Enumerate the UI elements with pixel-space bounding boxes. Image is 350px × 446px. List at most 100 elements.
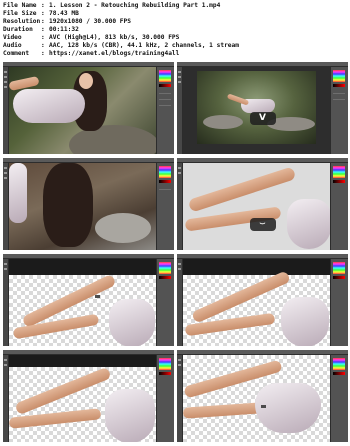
- color-panel: [156, 163, 174, 250]
- color-panel: [156, 67, 174, 154]
- color-picker-swatch[interactable]: [333, 166, 345, 178]
- rock: [203, 115, 243, 129]
- info-value: 00:11:32: [49, 26, 79, 33]
- image-canvas: [9, 259, 156, 346]
- info-key: Resolution: [3, 18, 41, 25]
- panel-row: [159, 105, 171, 106]
- tool-icon: [4, 76, 7, 78]
- dark-band: [9, 259, 156, 275]
- brush-cursor-icon: [95, 295, 100, 298]
- dress: [281, 297, 329, 346]
- info-row-file-name: File Name:1. Lesson 2 - Retouching Rebui…: [3, 2, 221, 9]
- info-value: 1920x1080 / 30.000 FPS: [49, 18, 131, 25]
- info-key: Duration: [3, 26, 33, 33]
- rock: [95, 213, 151, 243]
- photo: [197, 71, 316, 144]
- color-slider[interactable]: [159, 276, 171, 279]
- hair: [43, 163, 93, 247]
- color-panel: [156, 259, 174, 346]
- info-key: Video: [3, 34, 22, 41]
- info-value: AVC (High@L4), 813 kb/s, 30.000 FPS: [49, 34, 180, 41]
- image-canvas: [183, 355, 330, 442]
- info-key: Audio: [3, 42, 22, 49]
- color-picker-swatch[interactable]: [159, 358, 171, 370]
- color-panel: [330, 163, 348, 250]
- color-slider[interactable]: [159, 372, 171, 375]
- brush-cursor-icon: [261, 405, 266, 408]
- panel-row: [159, 93, 171, 94]
- thumbnail-2[interactable]: V: [177, 62, 348, 154]
- color-picker-swatch[interactable]: [333, 262, 345, 274]
- image-canvas: [9, 67, 156, 154]
- thumbnail-7[interactable]: [3, 350, 174, 442]
- image-canvas: [9, 355, 156, 442]
- color-slider[interactable]: [333, 180, 345, 183]
- tool-icon: [178, 268, 181, 270]
- color-picker-swatch[interactable]: [333, 358, 345, 370]
- thumbnail-8[interactable]: [177, 350, 348, 442]
- color-picker-swatch[interactable]: [159, 262, 171, 274]
- tool-icon: [4, 263, 7, 265]
- image-canvas: [183, 259, 330, 346]
- legs: [226, 93, 250, 106]
- info-row-duration: Duration:00:11:32: [3, 26, 79, 33]
- tool-icon: [4, 71, 7, 73]
- leg: [187, 166, 297, 213]
- dark-band: [183, 259, 330, 275]
- tool-icon: [178, 76, 181, 78]
- image-canvas: [183, 67, 330, 154]
- color-picker-swatch[interactable]: [159, 166, 171, 178]
- media-info-header: File Name:1. Lesson 2 - Retouching Rebui…: [0, 0, 350, 62]
- color-panel: [330, 259, 348, 346]
- info-key: Comment: [3, 50, 30, 57]
- tool-icon: [178, 263, 181, 265]
- tool-icon: [178, 167, 181, 169]
- panel-row: [333, 99, 345, 100]
- panel-row: [333, 93, 345, 94]
- tool-icon: [4, 86, 7, 88]
- smile-icon: ⌣: [259, 219, 266, 229]
- dress: [255, 383, 321, 433]
- tool-icon: [178, 359, 181, 361]
- color-slider[interactable]: [333, 276, 345, 279]
- color-slider[interactable]: [159, 84, 171, 87]
- tool-icon: [4, 172, 7, 174]
- info-value: 78.43 MB: [49, 10, 79, 17]
- leg: [183, 402, 264, 419]
- tool-icon: [4, 167, 7, 169]
- dress: [13, 89, 85, 123]
- info-key: File Size: [3, 10, 37, 17]
- image-canvas: [9, 163, 156, 250]
- tool-icon: [4, 177, 7, 179]
- color-picker-swatch[interactable]: [333, 70, 345, 82]
- dress: [287, 199, 330, 249]
- thumbnail-4[interactable]: ⌣: [177, 158, 348, 250]
- color-picker-swatch[interactable]: [159, 70, 171, 82]
- info-row-audio: Audio: AAC, 128 kb/s (CBR), 44.1 kHz, 2 c…: [3, 42, 239, 49]
- panel-row: [159, 99, 171, 100]
- tool-icon: [178, 81, 181, 83]
- info-row-comment: Comment: https://xanet.el/blogs/training4…: [3, 50, 180, 57]
- color-panel: [156, 355, 174, 442]
- dress: [9, 163, 27, 223]
- tool-icon: [178, 364, 181, 366]
- thumbnail-6[interactable]: [177, 254, 348, 346]
- thumbnail-1[interactable]: [3, 62, 174, 154]
- color-slider[interactable]: [333, 372, 345, 375]
- info-row-file-size: File Size:78.43 MB: [3, 10, 79, 17]
- info-value: https://xanet.el/blogs/training4all: [49, 50, 180, 57]
- face: [79, 73, 93, 89]
- tool-icon: [4, 81, 7, 83]
- chevron-down-icon: V: [259, 113, 266, 123]
- leg: [191, 270, 291, 324]
- color-slider[interactable]: [159, 180, 171, 183]
- dark-band: [9, 355, 156, 367]
- tool-icon: [178, 71, 181, 73]
- play-overlay[interactable]: V: [249, 112, 276, 125]
- color-slider[interactable]: [333, 84, 345, 87]
- thumbnail-5[interactable]: [3, 254, 174, 346]
- play-overlay[interactable]: ⌣: [249, 218, 276, 231]
- color-panel: [330, 67, 348, 154]
- dress: [109, 299, 155, 346]
- thumbnail-3[interactable]: [3, 158, 174, 250]
